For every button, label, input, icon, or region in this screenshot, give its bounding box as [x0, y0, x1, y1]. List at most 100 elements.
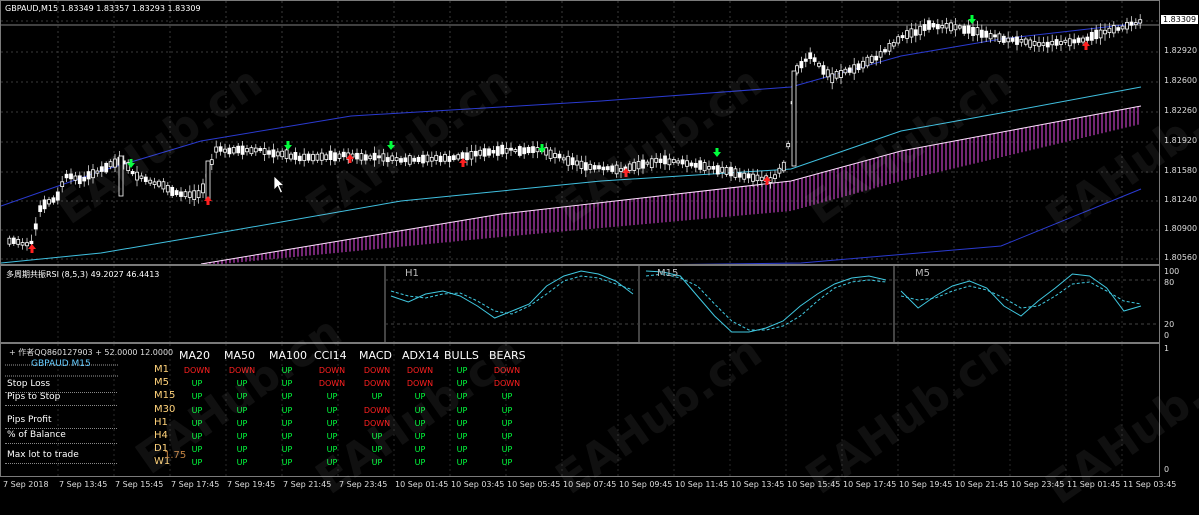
signal-cell: UP	[236, 418, 248, 428]
signal-cell: UP	[326, 418, 338, 428]
column-header: MA100	[269, 349, 308, 362]
signal-cell: UP	[191, 405, 203, 415]
time-axis-label: 10 Sep 09:45	[619, 480, 673, 489]
signal-cell: DOWN	[183, 366, 211, 375]
signal-cell: UP	[236, 458, 248, 468]
timeframe-label: H1	[154, 416, 168, 428]
rsi-title: 多周期共振RSI (8,5,3) 49.2027 46.4413	[6, 270, 160, 279]
signal-cell: UP	[456, 379, 468, 389]
column-header: MA20	[179, 349, 211, 362]
signal-cell: UP	[281, 379, 293, 389]
sell-arrow-icon	[713, 148, 721, 157]
sell-arrow-icon	[284, 141, 292, 150]
signal-cell: UP	[281, 366, 293, 375]
signal-cell: DOWN	[318, 379, 346, 389]
signal-cell: UP	[281, 405, 293, 415]
column-header: MACD	[359, 349, 392, 362]
signal-cell: UP	[456, 366, 468, 375]
timeframe-label: M5	[154, 377, 169, 389]
author-header: + 作者QQ860127903 + 52.0000 12.0000	[9, 348, 174, 357]
time-axis-label: 7 Sep 17:45	[171, 480, 220, 489]
column-header: BEARS	[489, 349, 526, 362]
signal-cell: UP	[326, 432, 338, 441]
time-axis-label: 10 Sep 03:45	[451, 480, 505, 489]
timeframe-label: M30	[154, 403, 176, 415]
signal-cell: UP	[371, 392, 383, 402]
time-axis-label: 10 Sep 19:45	[899, 480, 953, 489]
risk-item-divider	[5, 443, 117, 444]
signal-cell: UP	[191, 379, 203, 389]
time-axis-label: 7 Sep 23:45	[339, 480, 388, 489]
signal-cell: UP	[501, 418, 513, 428]
signal-cell: UP	[456, 405, 468, 415]
price-chart[interactable]: GBPAUD,M15 1.83349 1.83357 1.83293 1.833…	[0, 0, 1160, 265]
signal-cell: UP	[236, 392, 248, 402]
sell-arrow-icon	[968, 15, 976, 24]
price-axis-label: 1.81580	[1164, 166, 1198, 175]
time-axis-label: 10 Sep 13:45	[731, 480, 785, 489]
price-axis-label: 1.82260	[1164, 106, 1198, 115]
signal-cell: UP	[236, 405, 248, 415]
risk-item-divider	[5, 428, 117, 429]
signal-cell: DOWN	[493, 366, 521, 375]
signal-cell: DOWN	[363, 379, 391, 389]
signal-cell: DOWN	[363, 405, 391, 415]
risk-item-label: Max lot to trade	[7, 450, 79, 460]
rsi-tf-m5: M5	[915, 268, 930, 279]
dashboard-symbol: GBPAUD M15	[31, 359, 91, 369]
signal-cell: UP	[414, 458, 426, 468]
signal-cell: DOWN	[228, 366, 256, 375]
price-axis-label: 1.80900	[1164, 224, 1198, 233]
signal-cell: UP	[191, 418, 203, 428]
price-axis-label: 1.81240	[1164, 195, 1198, 204]
time-axis-label: 10 Sep 01:45	[395, 480, 449, 489]
price-axis: 1.83309 1.82920 1.82600 1.82260 1.81920 1.815…	[1160, 0, 1199, 265]
time-axis-label: 10 Sep 05:45	[507, 480, 561, 489]
signal-cell: UP	[281, 392, 293, 402]
column-header: CCI14	[314, 349, 347, 362]
rsi-tf-h1: H1	[405, 268, 419, 279]
rsi-tf-m15: M15	[657, 268, 679, 279]
time-axis-label: 10 Sep 23:45	[1011, 480, 1065, 489]
signal-cell: UP	[414, 418, 426, 428]
buy-arrow-icon	[204, 196, 212, 205]
signal-cell: UP	[501, 458, 513, 468]
rsi-axis-label: 20	[1164, 320, 1175, 329]
dashboard-axis-label: 1	[1164, 344, 1170, 353]
signal-cell: UP	[414, 405, 426, 415]
signal-cell: UP	[414, 392, 426, 402]
signal-cell: UP	[281, 418, 293, 428]
price-axis-label: 1.82920	[1164, 46, 1198, 55]
rsi-axis: 100 80 20 0	[1160, 265, 1199, 343]
signal-cell: UP	[281, 445, 293, 455]
signal-cell: DOWN	[406, 379, 434, 389]
time-axis-label: 11 Sep 01:45	[1067, 480, 1121, 489]
signal-cell: UP	[371, 432, 383, 441]
risk-item-label: Pips Profit	[7, 415, 52, 425]
time-axis-label: 7 Sep 2018	[3, 480, 49, 489]
dashboard-axis-label: 0	[1164, 465, 1170, 474]
risk-item-divider	[5, 463, 117, 464]
signal-cell: UP	[236, 432, 248, 441]
signal-cell: DOWN	[318, 366, 346, 375]
signal-cell: UP	[371, 445, 383, 455]
time-axis-label: 7 Sep 13:45	[59, 480, 108, 489]
time-axis-label: 7 Sep 21:45	[283, 480, 332, 489]
signal-cell: UP	[501, 445, 513, 455]
time-axis-label: 10 Sep 11:45	[675, 480, 729, 489]
buy-arrow-icon	[28, 244, 36, 253]
signal-cell: UP	[236, 445, 248, 455]
multi-timeframe-rsi-pane[interactable]: 多周期共振RSI (8,5,3) 49.2027 46.4413 H1 M15 …	[0, 265, 1160, 343]
current-price-tag: 1.83309	[1161, 15, 1199, 24]
trend-dashboard-pane[interactable]: + 作者QQ860127903 + 52.0000 12.0000 GBPAUD…	[0, 343, 1160, 477]
price-axis-label: 1.82600	[1164, 76, 1198, 85]
rsi-canvas	[57, 266, 1159, 342]
time-axis-label: 7 Sep 15:45	[115, 480, 164, 489]
time-axis-label: 7 Sep 19:45	[227, 480, 276, 489]
signal-cell: UP	[501, 392, 513, 402]
signal-cell: UP	[501, 405, 513, 415]
signal-cell: UP	[281, 458, 293, 468]
risk-item-divider	[5, 405, 117, 406]
price-chart-canvas[interactable]	[1, 1, 1160, 265]
timeframe-label: H4	[154, 430, 168, 441]
